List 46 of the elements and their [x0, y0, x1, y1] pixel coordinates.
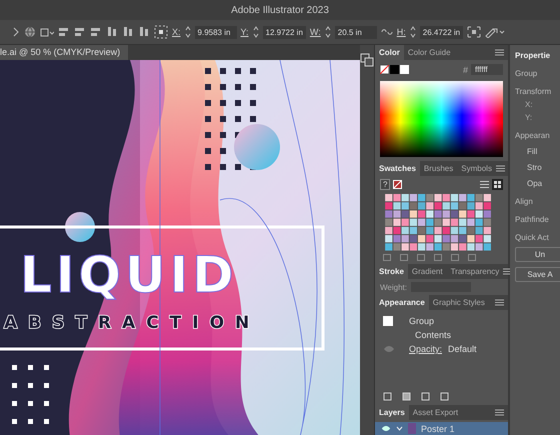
action-button[interactable]: Un — [515, 247, 560, 262]
panel-tab[interactable]: Stroke — [375, 264, 408, 280]
field-label: Y: — [240, 27, 249, 37]
hex-label: # — [462, 64, 468, 74]
appearance-label: Contents — [415, 330, 452, 340]
panel-tab[interactable]: Brushes — [420, 160, 458, 176]
fill-stroke-indicator[interactable]: ? — [380, 178, 390, 190]
section-heading: Align — [515, 197, 534, 206]
section-heading: Quick Act — [515, 233, 550, 242]
selection-type: Group — [515, 69, 538, 78]
weight-label: Weight: — [380, 282, 407, 292]
section-heading: Appearan — [515, 131, 551, 140]
opacity-link[interactable]: Opacity: — [409, 344, 442, 354]
panel-tab[interactable]: Layers — [375, 405, 409, 420]
property-label[interactable]: Opa — [527, 179, 560, 188]
field-label: X: — [172, 27, 181, 37]
panel-tab[interactable]: Color — [375, 45, 404, 60]
property-label[interactable]: Fill — [527, 147, 560, 156]
opacity-value: Default — [448, 344, 477, 354]
coordinate-field[interactable]: 9.9583 in — [194, 26, 237, 38]
section-heading: Transform — [515, 87, 552, 96]
panel-tab[interactable]: Graphic Styles — [428, 295, 489, 310]
panel-tab[interactable]: Gradient — [408, 264, 447, 280]
panel-tab[interactable]: Asset Export — [408, 405, 462, 420]
action-button[interactable]: Save A — [515, 267, 560, 282]
layer-name: Poster 1 — [421, 424, 455, 434]
coordinate-label: Y: — [525, 113, 534, 122]
coordinate-label: X: — [525, 100, 534, 109]
document-tab[interactable]: le.ai @ 50 % (CMYK/Preview) — [0, 45, 128, 60]
hex-field[interactable]: ffffff — [471, 64, 503, 75]
panel-tab[interactable]: Appearance — [375, 295, 429, 310]
field-label: W: — [310, 27, 321, 37]
panel-tab[interactable]: Transparency — [446, 264, 504, 280]
appearance-label: Group — [409, 316, 434, 326]
section-heading: Pathfinde — [515, 215, 550, 224]
coordinate-field[interactable]: 20.5 in — [334, 26, 377, 38]
coordinate-field[interactable]: 12.9722 in — [262, 26, 306, 38]
panel-title[interactable]: Propertie — [515, 49, 560, 63]
coordinate-field[interactable]: 26.4722 in — [420, 26, 464, 38]
panel-tab[interactable]: Color Guide — [404, 45, 455, 60]
panel-tab[interactable]: Symbols — [457, 160, 496, 176]
layer-row[interactable]: Poster 1 — [375, 422, 508, 435]
field-label: H: — [396, 27, 406, 37]
window-title: Adobe Illustrator 2023 — [231, 4, 329, 16]
panel-tab[interactable]: Swatches — [375, 160, 420, 176]
property-label[interactable]: Stro — [527, 163, 560, 172]
